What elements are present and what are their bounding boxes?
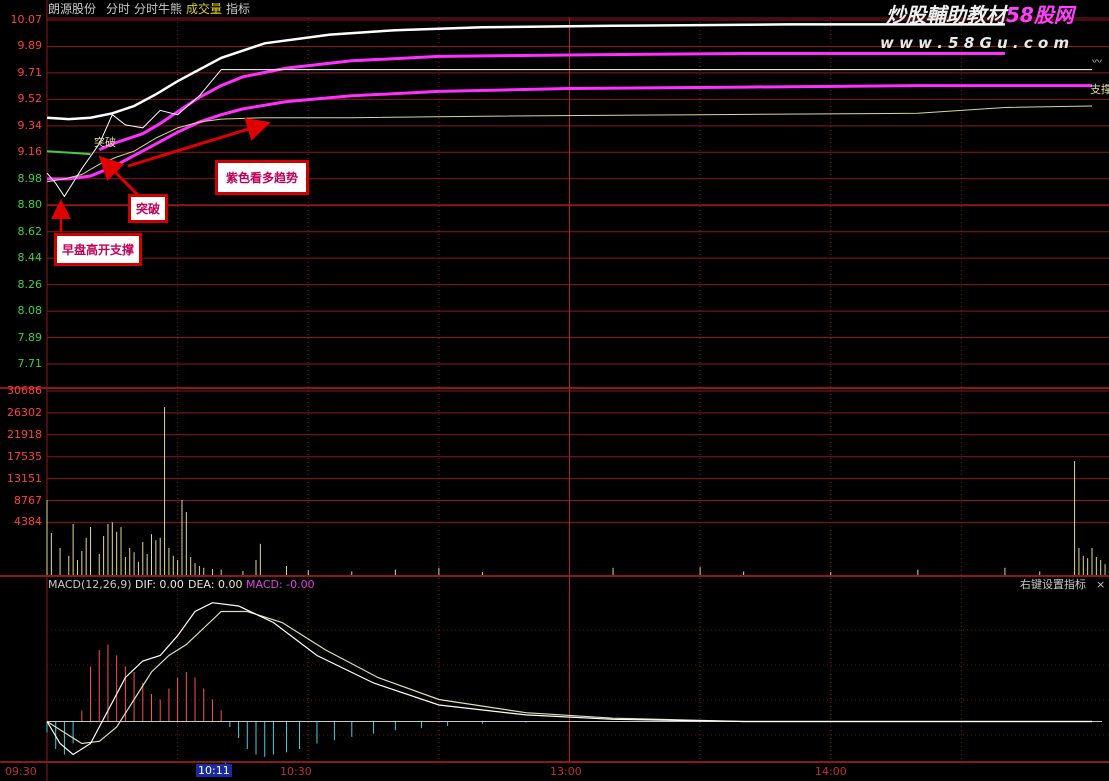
- time-label-start: 09:30: [5, 765, 37, 778]
- price-axis-label: 8.44: [17, 251, 43, 265]
- macd-value: MACD: -0.00: [246, 578, 315, 591]
- timeshare-chart[interactable]: [0, 0, 1109, 781]
- volume-axis-label: 30686: [7, 384, 42, 397]
- time-cursor-label: 10:11: [196, 764, 232, 777]
- chart-support-label: 支撑: [1090, 83, 1109, 96]
- watermark-brand: 58股网: [1006, 3, 1074, 27]
- watermark-title: 炒股輔助教材: [886, 3, 1006, 27]
- volume-axis-label: 8767: [14, 493, 42, 507]
- tab-indicator[interactable]: 指标: [226, 3, 250, 15]
- annotation-breakout: 突破: [128, 194, 169, 223]
- macd-dea: DEA: 0.00: [188, 578, 243, 591]
- tab-timeshare[interactable]: 分时: [106, 3, 130, 15]
- annotation-open-support: 早盘高开支撑: [54, 233, 143, 266]
- stock-name: 朗源股份: [48, 2, 97, 16]
- volume-axis-label: 4384: [14, 515, 42, 529]
- price-axis-label: 9.34: [17, 118, 43, 132]
- watermark-url: w w w . 5 8 G u . c o m: [880, 34, 1070, 52]
- time-label-1400: 14:00: [815, 765, 847, 778]
- chart-breakout-label: 突破: [94, 136, 116, 149]
- wave-icon: 〰: [1092, 57, 1102, 68]
- price-axis-label: 8.80: [17, 198, 43, 212]
- macd-name: MACD(12,26,9): [48, 578, 132, 591]
- tab-timeshare-bull-bear[interactable]: 分时牛熊: [134, 3, 182, 15]
- price-axis-label: 9.71: [17, 65, 43, 79]
- tab-volume[interactable]: 成交量: [186, 3, 222, 15]
- volume-axis-label: 17535: [7, 449, 42, 463]
- volume-axis-label: 26302: [7, 405, 42, 419]
- price-axis-label: 8.26: [17, 277, 43, 291]
- pink-upper-curve: [98, 52, 1005, 152]
- close-icon[interactable]: ×: [1096, 579, 1105, 590]
- macd-dif: DIF: 0.00: [135, 578, 184, 591]
- annotation-purple-trend: 紫色看多趋势: [215, 160, 310, 195]
- price-axis-label: 10.07: [10, 13, 43, 26]
- price-axis-label: 7.71: [17, 357, 43, 370]
- price-axis-label: 8.98: [17, 171, 43, 185]
- watermark-logo: 炒股輔助教材58股网: [886, 5, 1074, 25]
- time-label-1300: 13:00: [550, 765, 582, 778]
- price-axis-label: 8.08: [17, 304, 43, 318]
- price-axis-label: 7.89: [17, 330, 43, 344]
- price-axis-label: 9.16: [17, 145, 43, 159]
- time-label-1030: 10:30: [280, 765, 312, 778]
- volume-axis-label: 21918: [7, 427, 42, 441]
- price-axis-label: 8.62: [17, 224, 43, 238]
- indicator-settings-button[interactable]: 右键设置指标: [1020, 579, 1086, 590]
- volume-axis-label: 13151: [7, 471, 42, 485]
- price-axis-label: 9.89: [17, 39, 43, 53]
- price-axis-label: 9.52: [17, 92, 43, 106]
